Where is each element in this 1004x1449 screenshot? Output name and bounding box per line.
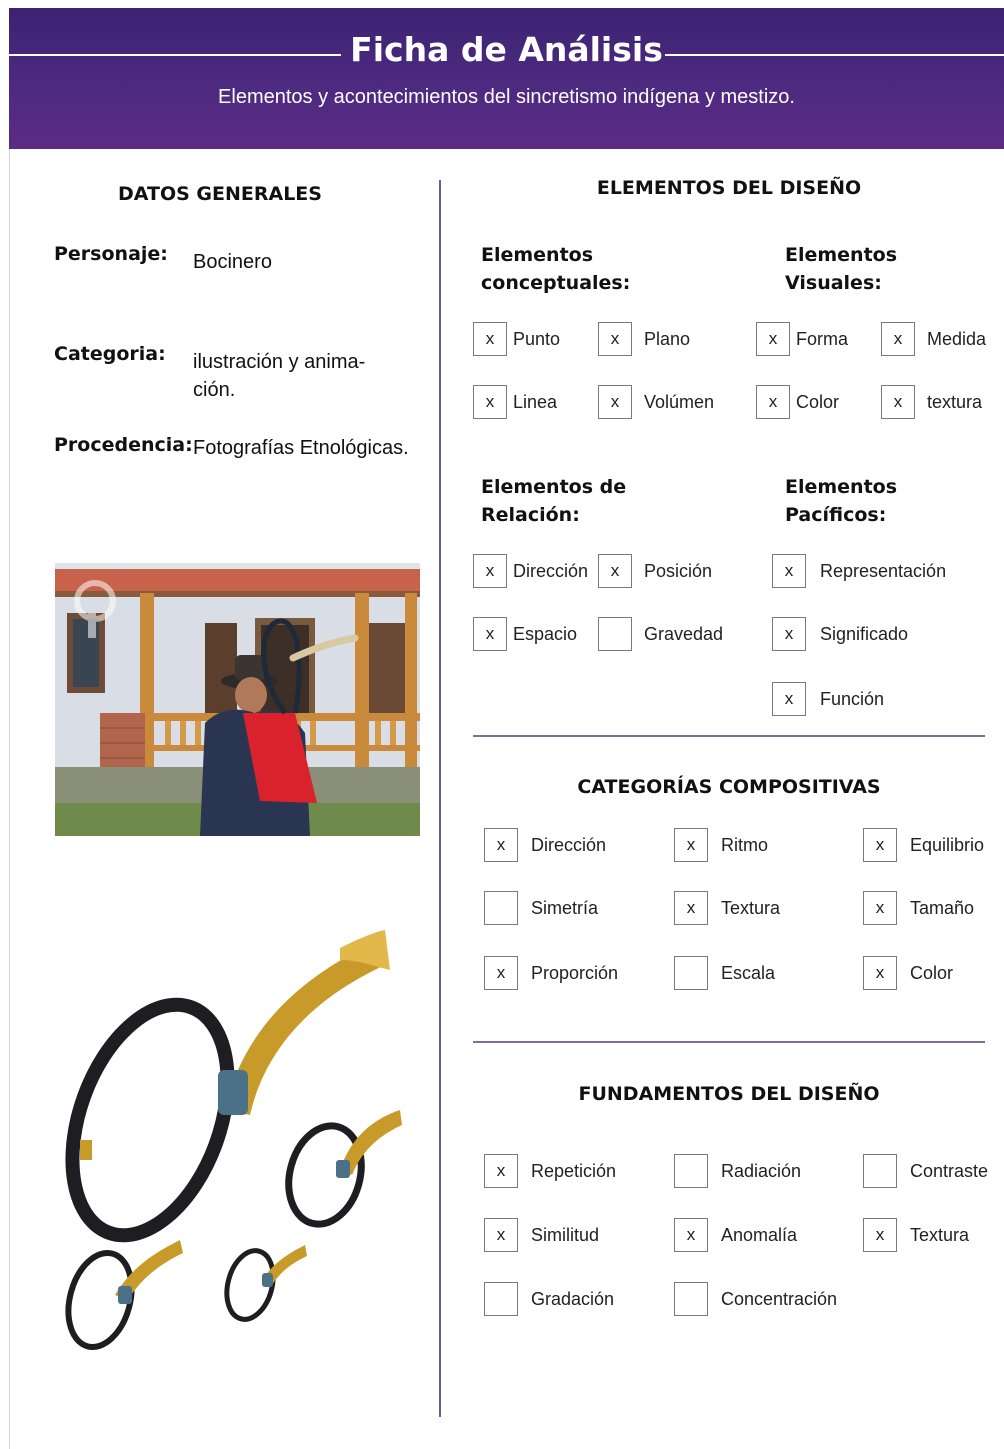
representacion-label: Representación [820,561,947,581]
punto-checkbox[interactable]: x [473,322,507,356]
page-title: Ficha de Análisis [350,30,663,69]
visual-heading-line1: Elementos [785,244,898,266]
repeticion-checkbox[interactable]: x [484,1154,518,1188]
color-comp-checkbox[interactable]: x [863,956,897,990]
bocinero-photo [55,563,420,836]
simetria-checkbox[interactable] [484,891,518,925]
categoria-label: Categoria: [54,343,166,365]
textura-checkbox[interactable]: x [881,385,915,419]
personaje-label: Personaje: [54,243,168,265]
equilibrio-checkbox[interactable]: x [863,828,897,862]
escala-checkbox[interactable] [674,956,708,990]
gravedad-label: Gravedad [644,624,724,644]
horn-illustration [40,920,420,1370]
posicion-checkbox[interactable]: x [598,554,632,588]
volumen-label: Volúmen [644,392,715,412]
section-divider-2 [473,1041,985,1043]
compositive-heading: CATEGORÍAS COMPOSITIVAS [577,776,881,798]
gradacion-label: Gradación [531,1289,615,1309]
relation-heading-line1: Elementos de [481,476,627,498]
direccion-comp-label: Dirección [531,835,607,855]
posicion-label: Posición [644,561,713,581]
radiacion-label: Radiación [721,1161,802,1181]
procedencia-label: Procedencia: [54,434,193,456]
gravedad-checkbox[interactable] [598,617,632,651]
header-banner: Ficha de Análisis Elementos y acontecimi… [9,8,1004,149]
practical-heading-line2: Pacíficos: [785,504,887,526]
textura-fund-label: Textura [910,1225,970,1245]
representacion-checkbox[interactable]: x [772,554,806,588]
practical-heading-line1: Elementos [785,476,898,498]
design-elements-heading: ELEMENTOS DEL DISEÑO [596,177,862,199]
plano-checkbox[interactable]: x [598,322,632,356]
similitud-checkbox[interactable]: x [484,1218,518,1252]
significado-label: Significado [820,624,909,644]
simetria-label: Simetría [531,898,599,918]
linea-checkbox[interactable]: x [473,385,507,419]
personaje-value: Bocinero [193,251,272,273]
color-comp-label: Color [910,963,954,983]
repeticion-label: Repetición [531,1161,617,1181]
direccion-relation-checkbox[interactable]: x [473,554,507,588]
forma-label: Forma [796,329,849,349]
contraste-checkbox[interactable] [863,1154,897,1188]
ritmo-label: Ritmo [721,835,769,855]
anomalia-checkbox[interactable]: x [674,1218,708,1252]
punto-label: Punto [513,329,561,349]
categoria-value-line1: ilustración y anima- [193,351,366,373]
frame-edge [9,149,10,1449]
similitud-label: Similitud [531,1225,600,1245]
espacio-label: Espacio [513,624,578,644]
textura-label: textura [927,392,983,412]
column-divider [439,180,441,1417]
significado-checkbox[interactable]: x [772,617,806,651]
medida-checkbox[interactable]: x [881,322,915,356]
anomalia-label: Anomalía [721,1225,798,1245]
direccion-relation-label: Dirección [513,561,589,581]
proporcion-label: Proporción [531,963,619,983]
ritmo-checkbox[interactable]: x [674,828,708,862]
categoria-value-line2: ción. [193,379,236,401]
general-data-heading: DATOS GENERALES [118,183,322,205]
color-label: Color [796,392,840,412]
concentracion-label: Concentración [721,1289,838,1309]
plano-label: Plano [644,329,691,349]
tamano-checkbox[interactable]: x [863,891,897,925]
espacio-checkbox[interactable]: x [473,617,507,651]
analysis-sheet: Ficha de Análisis Elementos y acontecimi… [0,0,1004,1449]
equilibrio-label: Equilibrio [910,835,985,855]
section-divider-1 [473,735,985,737]
contraste-label: Contraste [910,1161,989,1181]
conceptual-heading-line1: Elementos [481,244,594,266]
conceptual-heading-line2: conceptuales: [481,272,631,294]
visual-heading-line2: Visuales: [785,272,882,294]
textura-comp-checkbox[interactable]: x [674,891,708,925]
volumen-checkbox[interactable]: x [598,385,632,419]
relation-heading-line2: Relación: [481,504,580,526]
color-checkbox[interactable]: x [756,385,790,419]
medida-label: Medida [927,329,987,349]
fundamentals-heading: FUNDAMENTOS DEL DISEÑO [578,1083,880,1105]
radiacion-checkbox[interactable] [674,1154,708,1188]
direccion-comp-checkbox[interactable]: x [484,828,518,862]
funcion-label: Función [820,689,885,709]
procedencia-value: Fotografías Etnológicas. [193,437,409,459]
textura-fund-checkbox[interactable]: x [863,1218,897,1252]
textura-comp-label: Textura [721,898,781,918]
forma-checkbox[interactable]: x [756,322,790,356]
proporcion-checkbox[interactable]: x [484,956,518,990]
gradacion-checkbox[interactable] [484,1282,518,1316]
page-subtitle: Elementos y acontecimientos del sincreti… [218,86,795,108]
tamano-label: Tamaño [910,898,975,918]
linea-label: Linea [513,392,558,412]
concentracion-checkbox[interactable] [674,1282,708,1316]
funcion-checkbox[interactable]: x [772,682,806,716]
escala-label: Escala [721,963,776,983]
